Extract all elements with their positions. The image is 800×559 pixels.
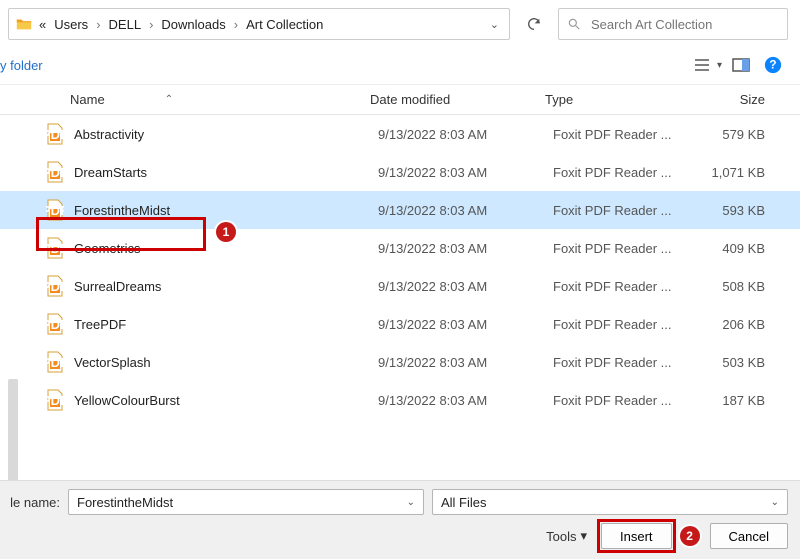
pdf-file-icon: PDF (46, 275, 64, 297)
svg-text:PDF: PDF (46, 355, 64, 370)
file-size: 593 KB (693, 203, 783, 218)
breadcrumb-part[interactable]: Downloads (159, 15, 227, 34)
file-name: SurrealDreams (74, 279, 368, 294)
filetype-filter[interactable]: All Files ⌄ (432, 489, 788, 515)
chevron-down-icon[interactable]: ⌄ (486, 18, 503, 31)
file-date: 9/13/2022 8:03 AM (368, 165, 543, 180)
pdf-file-icon: PDF (46, 389, 64, 411)
search-box[interactable] (558, 8, 788, 40)
file-type: Foxit PDF Reader ... (543, 203, 693, 218)
filename-label: le name: (0, 495, 60, 510)
svg-text:PDF: PDF (46, 393, 64, 408)
file-date: 9/13/2022 8:03 AM (368, 241, 543, 256)
file-row[interactable]: PDF YellowColourBurst9/13/2022 8:03 AMFox… (0, 381, 800, 419)
pdf-file-icon: PDF (46, 237, 64, 259)
new-folder-button[interactable]: y folder (0, 58, 43, 73)
folder-icon (15, 15, 33, 33)
annotation-marker: 2 (680, 526, 700, 546)
file-type: Foxit PDF Reader ... (543, 317, 693, 332)
file-name: VectorSplash (74, 355, 368, 370)
file-size: 1,071 KB (693, 165, 783, 180)
svg-text:PDF: PDF (46, 317, 64, 332)
file-type: Foxit PDF Reader ... (543, 355, 693, 370)
col-date[interactable]: Date modified (360, 92, 535, 107)
chevron-down-icon[interactable]: ⌄ (771, 497, 779, 508)
pdf-file-icon: PDF (46, 161, 64, 183)
svg-text:?: ? (769, 59, 776, 72)
chevron-right-icon: › (232, 17, 240, 32)
search-icon (567, 17, 581, 31)
file-row[interactable]: PDF DreamStarts9/13/2022 8:03 AMFoxit PDF… (0, 153, 800, 191)
file-date: 9/13/2022 8:03 AM (368, 203, 543, 218)
file-type: Foxit PDF Reader ... (543, 393, 693, 408)
file-type: Foxit PDF Reader ... (543, 127, 693, 142)
file-row[interactable]: PDF VectorSplash9/13/2022 8:03 AMFoxit PD… (0, 343, 800, 381)
file-row[interactable]: PDF ForestintheMidst9/13/2022 8:03 AMFoxi… (0, 191, 800, 229)
search-input[interactable] (589, 16, 779, 33)
column-header[interactable]: Name ⌃ Date modified Type Size (0, 85, 800, 115)
breadcrumb-prefix: « (37, 15, 48, 34)
svg-text:PDF: PDF (46, 127, 64, 142)
file-size: 187 KB (693, 393, 783, 408)
preview-pane-icon[interactable] (728, 52, 754, 78)
breadcrumb-part[interactable]: Art Collection (244, 15, 325, 34)
pdf-file-icon: PDF (46, 313, 64, 335)
file-size: 409 KB (693, 241, 783, 256)
svg-text:PDF: PDF (46, 241, 64, 256)
file-row[interactable]: PDF TreePDF9/13/2022 8:03 AMFoxit PDF Rea… (0, 305, 800, 343)
insert-button[interactable]: Insert (601, 523, 672, 549)
tools-menu[interactable]: Tools ▾ (546, 528, 587, 544)
file-size: 206 KB (693, 317, 783, 332)
file-size: 508 KB (693, 279, 783, 294)
cancel-button[interactable]: Cancel (710, 523, 788, 549)
file-name: Abstractivity (74, 127, 368, 142)
breadcrumb-part[interactable]: DELL (107, 15, 144, 34)
file-name: DreamStarts (74, 165, 368, 180)
file-date: 9/13/2022 8:03 AM (368, 317, 543, 332)
file-type: Foxit PDF Reader ... (543, 165, 693, 180)
annotation-marker: 1 (216, 222, 236, 242)
help-icon[interactable]: ? (760, 52, 786, 78)
file-name: YellowColourBurst (74, 393, 368, 408)
chevron-down-icon: ▾ (580, 528, 587, 544)
file-name: Geometrics (74, 241, 368, 256)
file-row[interactable]: PDF Abstractivity9/13/2022 8:03 AMFoxit P… (0, 115, 800, 153)
pdf-file-icon: PDF (46, 199, 64, 221)
file-type: Foxit PDF Reader ... (543, 241, 693, 256)
refresh-button[interactable] (518, 8, 550, 40)
file-size: 579 KB (693, 127, 783, 142)
file-row[interactable]: PDF Geometrics9/13/2022 8:03 AMFoxit PDF … (0, 229, 800, 267)
view-list-icon[interactable] (689, 52, 715, 78)
file-date: 9/13/2022 8:03 AM (368, 393, 543, 408)
file-size: 503 KB (693, 355, 783, 370)
chevron-right-icon: › (147, 17, 155, 32)
chevron-right-icon: › (94, 17, 102, 32)
svg-text:PDF: PDF (46, 279, 64, 294)
pdf-file-icon: PDF (46, 123, 64, 145)
sort-asc-icon: ⌃ (165, 94, 173, 105)
file-list: PDFAbstractivity9/13/2022 8:03 AMFoxit P… (0, 115, 800, 419)
file-date: 9/13/2022 8:03 AM (368, 127, 543, 142)
file-row[interactable]: PDF SurrealDreams9/13/2022 8:03 AMFoxit P… (0, 267, 800, 305)
file-type: Foxit PDF Reader ... (543, 279, 693, 294)
dialog-footer: le name: ForestintheMidst ⌄ All Files ⌄ … (0, 480, 800, 559)
file-date: 9/13/2022 8:03 AM (368, 279, 543, 294)
breadcrumb-part[interactable]: Users (52, 15, 90, 34)
file-date: 9/13/2022 8:03 AM (368, 355, 543, 370)
address-bar[interactable]: « Users › DELL › Downloads › Art Collect… (8, 8, 510, 40)
svg-text:PDF: PDF (46, 203, 64, 218)
pdf-file-icon: PDF (46, 351, 64, 373)
svg-text:PDF: PDF (46, 165, 64, 180)
view-dropdown-icon[interactable]: ▾ (717, 60, 722, 71)
col-name[interactable]: Name (70, 92, 105, 107)
col-type[interactable]: Type (535, 92, 685, 107)
filename-input[interactable]: ForestintheMidst ⌄ (68, 489, 424, 515)
file-name: ForestintheMidst (74, 203, 368, 218)
file-name: TreePDF (74, 317, 368, 332)
col-size[interactable]: Size (685, 92, 775, 107)
chevron-down-icon[interactable]: ⌄ (407, 497, 415, 508)
